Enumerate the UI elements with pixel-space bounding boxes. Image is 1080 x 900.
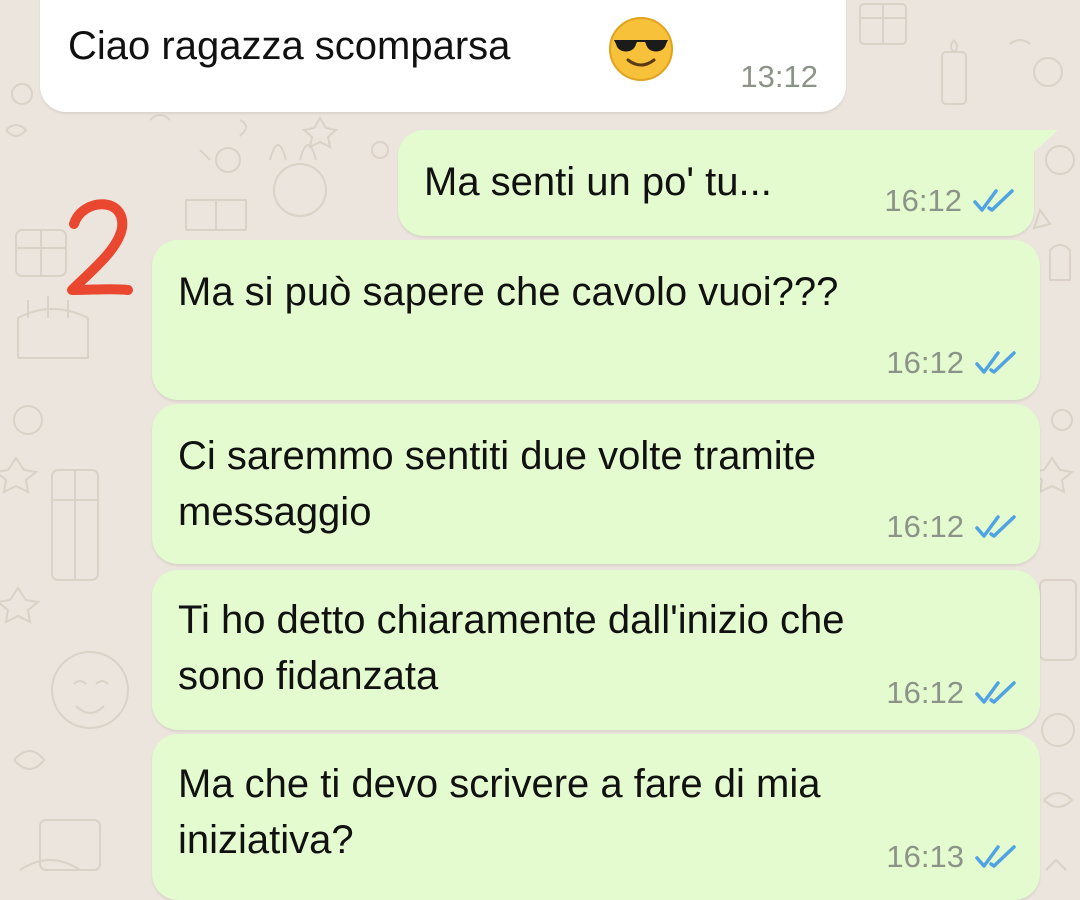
message-meta: 16:12	[884, 184, 1016, 218]
message-text: Ti ho detto chiaramente dall'inizio che …	[178, 598, 845, 698]
message-timestamp: 16:12	[886, 509, 964, 544]
message-timestamp: 13:12	[740, 59, 818, 94]
message-meta: 13:12	[740, 60, 818, 94]
annotation-stroke	[67, 199, 133, 295]
bubble-tail	[1034, 130, 1058, 152]
double-check-read-icon	[972, 188, 1016, 214]
message-meta: 16:12	[886, 346, 1018, 380]
message-bubble-outgoing[interactable]: Ma che ti devo scrivere a fare di mia in…	[152, 734, 1040, 900]
message-meta: 16:12	[886, 676, 1018, 710]
message-bubble-outgoing[interactable]: Ci saremmo sentiti due volte tramite mes…	[152, 404, 1040, 564]
message-timestamp: 16:12	[884, 183, 962, 218]
smiling-face-with-sunglasses-icon	[608, 16, 674, 97]
message-meta: 16:13	[886, 840, 1018, 874]
message-bubble-outgoing[interactable]: Ma si può sapere che cavolo vuoi??? 16:1…	[152, 240, 1040, 400]
double-check-read-icon	[974, 680, 1018, 706]
double-check-read-icon	[974, 844, 1018, 870]
message-text: Ma che ti devo scrivere a fare di mia in…	[178, 762, 821, 862]
message-timestamp: 16:13	[886, 839, 964, 874]
message-bubble-outgoing[interactable]: Ma senti un po' tu... 16:12	[398, 130, 1034, 236]
double-check-read-icon	[974, 350, 1018, 376]
message-text: Ma senti un po' tu...	[424, 160, 772, 204]
double-check-read-icon	[974, 514, 1018, 540]
message-bubble-incoming[interactable]: Ciao ragazza scomparsa 😎 13:12	[40, 0, 846, 112]
message-meta: 16:12	[886, 510, 1018, 544]
message-text: Ciao ragazza scomparsa	[68, 24, 511, 68]
message-bubble-outgoing[interactable]: Ti ho detto chiaramente dall'inizio che …	[152, 570, 1040, 730]
message-timestamp: 16:12	[886, 345, 964, 380]
handwritten-number-annotation: 2	[62, 190, 142, 315]
message-timestamp: 16:12	[886, 675, 964, 710]
message-text: Ma si può sapere che cavolo vuoi???	[178, 270, 839, 314]
message-text: Ci saremmo sentiti due volte tramite mes…	[178, 434, 817, 534]
